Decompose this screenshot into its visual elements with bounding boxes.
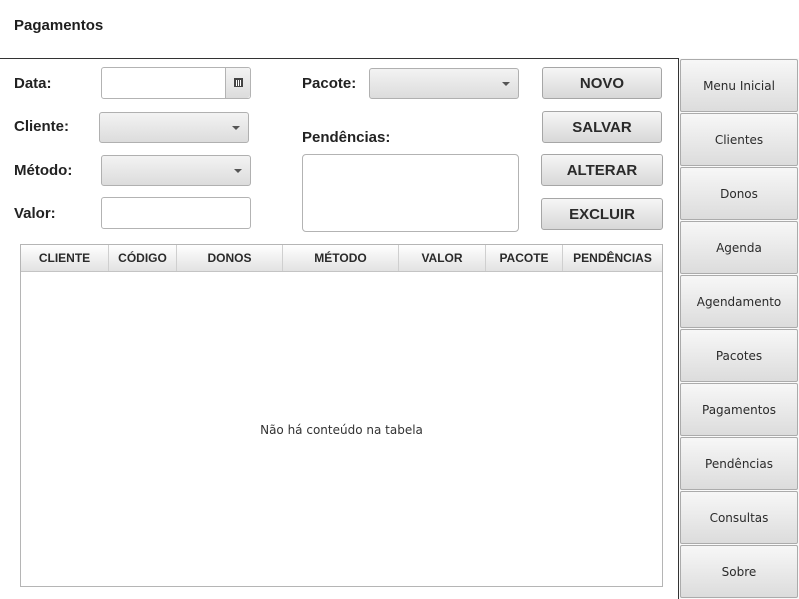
- pacote-label: Pacote:: [302, 75, 357, 92]
- pacote-select[interactable]: [369, 68, 519, 99]
- header-divider: [0, 58, 679, 59]
- alterar-button[interactable]: ALTERAR: [541, 154, 663, 186]
- sidebar-item-sobre[interactable]: Sobre: [680, 545, 798, 598]
- excluir-button[interactable]: EXCLUIR: [541, 198, 663, 230]
- valor-input[interactable]: [101, 197, 251, 229]
- column-header-codigo[interactable]: CÓDIGO: [109, 245, 177, 271]
- chevron-down-icon: [502, 81, 510, 86]
- sidebar-item-pagamentos[interactable]: Pagamentos: [680, 383, 798, 436]
- sidebar-item-menu-inicial[interactable]: Menu Inicial: [680, 59, 798, 112]
- chevron-down-icon: [232, 125, 240, 130]
- data-date-picker[interactable]: [101, 67, 251, 99]
- sidebar: Menu Inicial Clientes Donos Agenda Agend…: [678, 58, 799, 599]
- metodo-label: Método:: [14, 162, 73, 179]
- calendar-icon: [233, 78, 243, 87]
- sidebar-item-donos[interactable]: Donos: [680, 167, 798, 220]
- pendencias-label: Pendências:: [302, 129, 391, 146]
- column-header-donos[interactable]: DONOS: [177, 245, 283, 271]
- column-header-metodo[interactable]: MÉTODO: [283, 245, 399, 271]
- valor-label: Valor:: [14, 205, 56, 222]
- page-title: Pagamentos: [14, 17, 104, 34]
- sidebar-item-pendencias[interactable]: Pendências: [680, 437, 798, 490]
- sidebar-item-consultas[interactable]: Consultas: [680, 491, 798, 544]
- metodo-select[interactable]: [101, 155, 251, 186]
- pendencias-textarea[interactable]: [302, 154, 519, 232]
- column-header-cliente[interactable]: CLIENTE: [21, 245, 109, 271]
- novo-button[interactable]: NOVO: [542, 67, 662, 99]
- sidebar-item-agenda[interactable]: Agenda: [680, 221, 798, 274]
- cliente-label: Cliente:: [14, 118, 70, 135]
- chevron-down-icon: [234, 168, 242, 173]
- pagamentos-table[interactable]: CLIENTE CÓDIGO DONOS MÉTODO VALOR PACOTE…: [20, 244, 663, 587]
- salvar-button[interactable]: SALVAR: [542, 111, 662, 143]
- cliente-select[interactable]: [99, 112, 249, 143]
- data-label: Data:: [14, 75, 52, 92]
- sidebar-item-agendamento[interactable]: Agendamento: [680, 275, 798, 328]
- sidebar-item-pacotes[interactable]: Pacotes: [680, 329, 798, 382]
- column-header-pacote[interactable]: PACOTE: [486, 245, 563, 271]
- sidebar-item-clientes[interactable]: Clientes: [680, 113, 798, 166]
- column-header-valor[interactable]: VALOR: [399, 245, 486, 271]
- table-empty-message: Não há conteúdo na tabela: [260, 423, 423, 437]
- date-picker-button[interactable]: [225, 68, 250, 98]
- table-header: CLIENTE CÓDIGO DONOS MÉTODO VALOR PACOTE…: [21, 245, 662, 272]
- column-header-pendencias[interactable]: PENDÊNCIAS: [563, 245, 662, 271]
